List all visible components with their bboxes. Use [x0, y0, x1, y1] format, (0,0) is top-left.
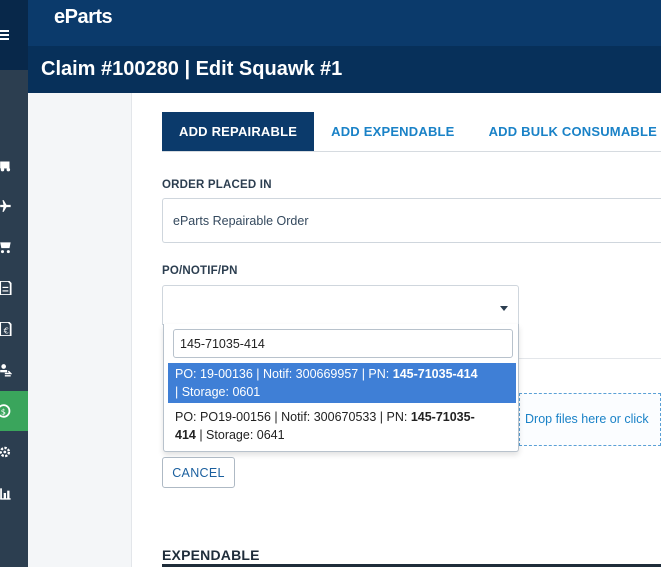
po-notif-pn-label: PO/NOTIF/PN	[162, 265, 238, 277]
po-notif-pn-select[interactable]	[162, 285, 519, 325]
option-pn-continued: 414	[175, 428, 196, 442]
svg-text:€: €	[4, 326, 9, 336]
sidebar-item-transfers[interactable]	[0, 350, 28, 390]
tabs-divider	[162, 151, 661, 152]
sidebar-item-settings[interactable]	[0, 432, 28, 472]
truck-icon	[0, 161, 11, 172]
top-bar: eParts	[28, 0, 661, 46]
dropzone-text: Drop files here or click	[525, 412, 649, 426]
option-pn: 145-71035-	[410, 410, 475, 424]
expendable-section-title: EXPENDABLE	[162, 547, 260, 563]
option-text: PO: 19-00136 | Notif: 300669957 | PN:	[175, 367, 393, 381]
dropdown-option[interactable]: PO: 19-00136 | Notif: 300669957 | PN: 14…	[168, 363, 516, 403]
option-pn: 145-71035-414	[392, 367, 478, 381]
transfer-icon	[0, 364, 12, 377]
sidebar-item-invoices[interactable]: €	[0, 309, 28, 349]
sidebar-item-reports[interactable]	[0, 473, 28, 513]
menu-icon	[0, 30, 9, 40]
option-text: PO: PO19-00156 | Notif: 300670533 | PN:	[175, 410, 411, 424]
bar-chart-icon	[0, 488, 11, 500]
sidebar-item-documents[interactable]	[0, 268, 28, 308]
gear-icon	[0, 446, 11, 458]
tab-add-repairable[interactable]: ADD REPAIRABLE	[162, 112, 315, 151]
sidebar-item-shipping[interactable]	[0, 145, 28, 185]
document-icon	[0, 281, 12, 295]
page-title: Claim #100280 | Edit Squawk #1	[41, 58, 343, 80]
dropdown-search-input[interactable]: 145-71035-414	[173, 329, 513, 358]
section-divider	[519, 358, 661, 359]
app-logo[interactable]: eParts	[54, 6, 113, 29]
po-notif-pn-dropdown: 145-71035-414 PO: 19-00136 | Notif: 3006…	[163, 324, 519, 452]
file-dropzone[interactable]: Drop files here or click	[519, 393, 661, 446]
sidebar-item-cart[interactable]	[0, 227, 28, 267]
chevron-down-icon	[500, 306, 508, 311]
option-storage: | Storage: 0601	[175, 385, 261, 399]
cancel-button[interactable]: CANCEL	[162, 457, 235, 488]
dropdown-option[interactable]: PO: PO19-00156 | Notif: 300670533 | PN: …	[168, 406, 516, 446]
sidebar-item-aircraft[interactable]	[0, 186, 28, 226]
svg-text:$: $	[1, 407, 6, 417]
order-placed-in-value: eParts Repairable Order	[173, 213, 309, 228]
option-storage: | Storage: 0641	[195, 428, 285, 442]
sidebar: € $	[0, 0, 28, 567]
dropdown-search-value: 145-71035-414	[180, 336, 265, 351]
invoice-icon: €	[0, 322, 12, 336]
menu-toggle[interactable]	[0, 0, 28, 70]
airplane-icon	[0, 200, 11, 212]
tab-add-expendable[interactable]: ADD EXPENDABLE	[314, 112, 471, 151]
sidebar-item-claims[interactable]: $	[0, 391, 28, 431]
dollar-icon: $	[0, 404, 11, 418]
add-item-tabs: ADD REPAIRABLE ADD EXPENDABLE ADD BULK C…	[162, 112, 661, 151]
cart-icon	[0, 242, 11, 254]
tab-add-bulk-consumable[interactable]: ADD BULK CONSUMABLE	[472, 112, 661, 151]
page-header: Claim #100280 | Edit Squawk #1	[28, 46, 661, 93]
order-placed-in-field[interactable]: eParts Repairable Order	[162, 198, 661, 243]
order-placed-in-label: ORDER PLACED IN	[162, 179, 272, 191]
